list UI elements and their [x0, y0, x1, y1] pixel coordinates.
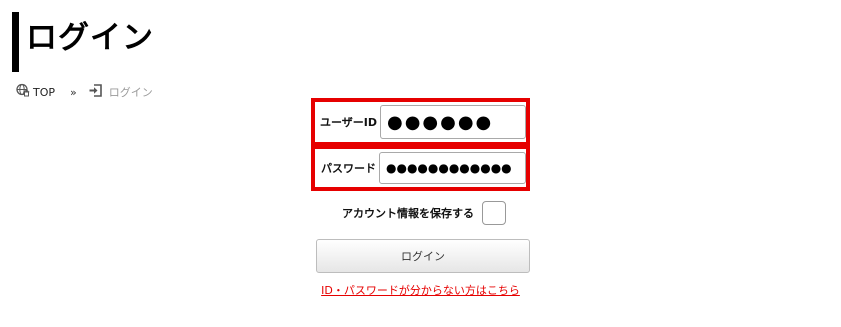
sign-in-icon	[89, 83, 109, 103]
globe-home-icon	[16, 83, 33, 103]
user-id-input[interactable]	[380, 105, 526, 139]
login-button[interactable]: ログイン	[316, 239, 530, 273]
password-label: パスワード	[321, 162, 376, 175]
breadcrumb-separator: »	[70, 86, 77, 99]
user-id-highlight: ユーザーID	[311, 98, 530, 146]
password-highlight: パスワード	[311, 145, 530, 191]
password-input[interactable]	[379, 152, 526, 184]
breadcrumb: TOP » ログイン	[16, 83, 153, 103]
title-accent-bar	[12, 12, 19, 72]
user-id-label: ユーザーID	[320, 116, 378, 129]
save-account-label: アカウント情報を保存する	[342, 206, 474, 220]
breadcrumb-home-link[interactable]: TOP	[16, 83, 55, 103]
breadcrumb-home-label: TOP	[33, 86, 56, 99]
save-account-checkbox[interactable]	[482, 200, 506, 225]
breadcrumb-current: ログイン	[89, 83, 153, 103]
save-account-row: アカウント情報を保存する	[342, 200, 506, 225]
page-title: ログイン	[26, 20, 154, 56]
forgot-credentials-link[interactable]: ID・パスワードが分からない方はこちら	[0, 282, 841, 298]
breadcrumb-current-label: ログイン	[108, 86, 153, 99]
